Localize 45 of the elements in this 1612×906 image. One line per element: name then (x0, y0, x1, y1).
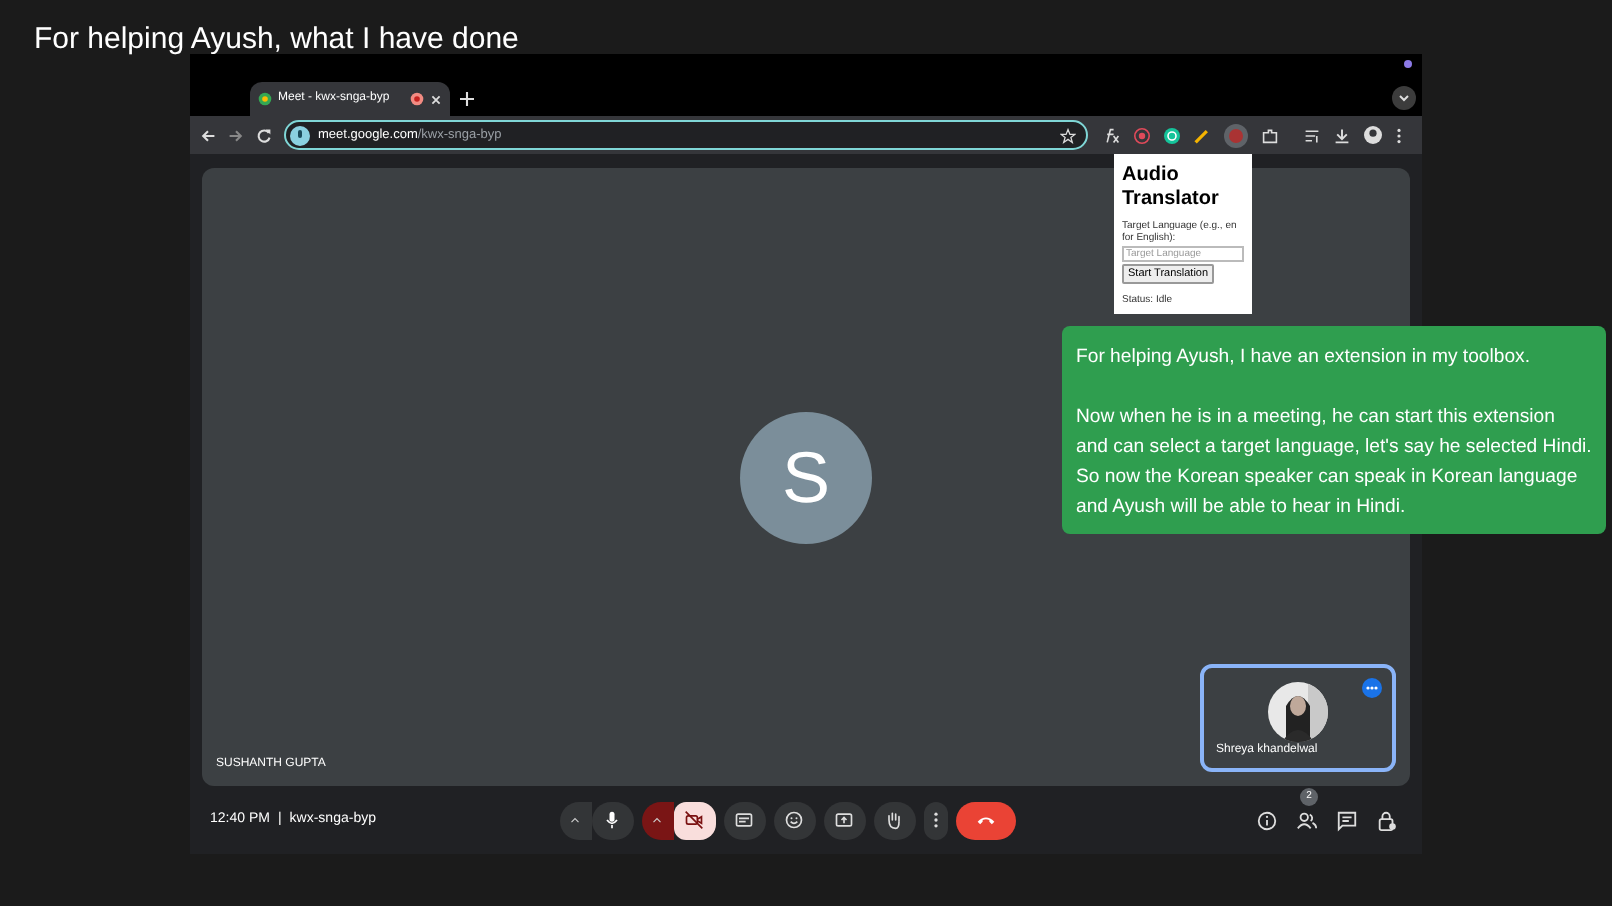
reactions-button[interactable] (773, 801, 816, 839)
people-button[interactable] (1294, 808, 1318, 832)
chat-button[interactable] (1334, 808, 1358, 832)
menu-icon[interactable] (1396, 127, 1402, 143)
more-options-button[interactable] (1362, 678, 1382, 698)
people-icon (1295, 809, 1317, 831)
star-icon[interactable] (1060, 127, 1076, 143)
camera-off-icon (684, 810, 705, 830)
caret-icon (568, 813, 583, 827)
note-paragraph: Now when he is in a meeting, he can start this extension and can select a target language, let's say he selected Hindi. So now the Korean speaker can speak in Korean language and Ayush will be able to hear in Hindi. (1076, 404, 1592, 522)
captions-icon (734, 810, 755, 830)
chat-icon (1335, 809, 1357, 831)
hand-icon (884, 810, 905, 830)
new-tab-icon[interactable] (460, 92, 474, 106)
slide-title: For helping Ayush, what I have done (34, 20, 519, 60)
reload-icon[interactable] (256, 127, 272, 143)
back-icon[interactable] (200, 127, 216, 143)
microphone-icon (602, 810, 623, 830)
popup-title: Audio Translator (1122, 164, 1221, 212)
present-button[interactable] (823, 801, 866, 839)
host-controls-button[interactable] (1374, 808, 1398, 832)
pen-icon[interactable] (1194, 127, 1210, 143)
profile-icon[interactable] (1364, 126, 1382, 144)
info-icon (1255, 809, 1277, 831)
camera-button[interactable] (673, 801, 716, 839)
microphone-icon (290, 125, 310, 145)
meet-icon (258, 92, 272, 106)
record-icon (410, 92, 424, 106)
tab-menu-icon[interactable] (1392, 86, 1416, 110)
avatar-initial: S (740, 411, 872, 543)
lock-person-icon (1375, 809, 1397, 831)
more-button[interactable] (923, 801, 948, 839)
captions-button[interactable] (723, 801, 766, 839)
present-icon (834, 810, 855, 830)
leave-call-button[interactable] (955, 801, 1016, 839)
emoji-icon (784, 810, 805, 830)
info-button[interactable] (1254, 808, 1278, 832)
raise-hand-button[interactable] (873, 801, 916, 839)
function-icon[interactable] (1104, 127, 1120, 143)
caret-icon (650, 813, 665, 827)
microphone-button[interactable] (591, 801, 634, 839)
close-icon[interactable] (430, 93, 442, 105)
note-paragraph: For helping Ayush, I have an extension in my toolbox. (1076, 344, 1533, 372)
download-icon[interactable] (1334, 127, 1350, 143)
forward-icon[interactable] (228, 127, 244, 143)
